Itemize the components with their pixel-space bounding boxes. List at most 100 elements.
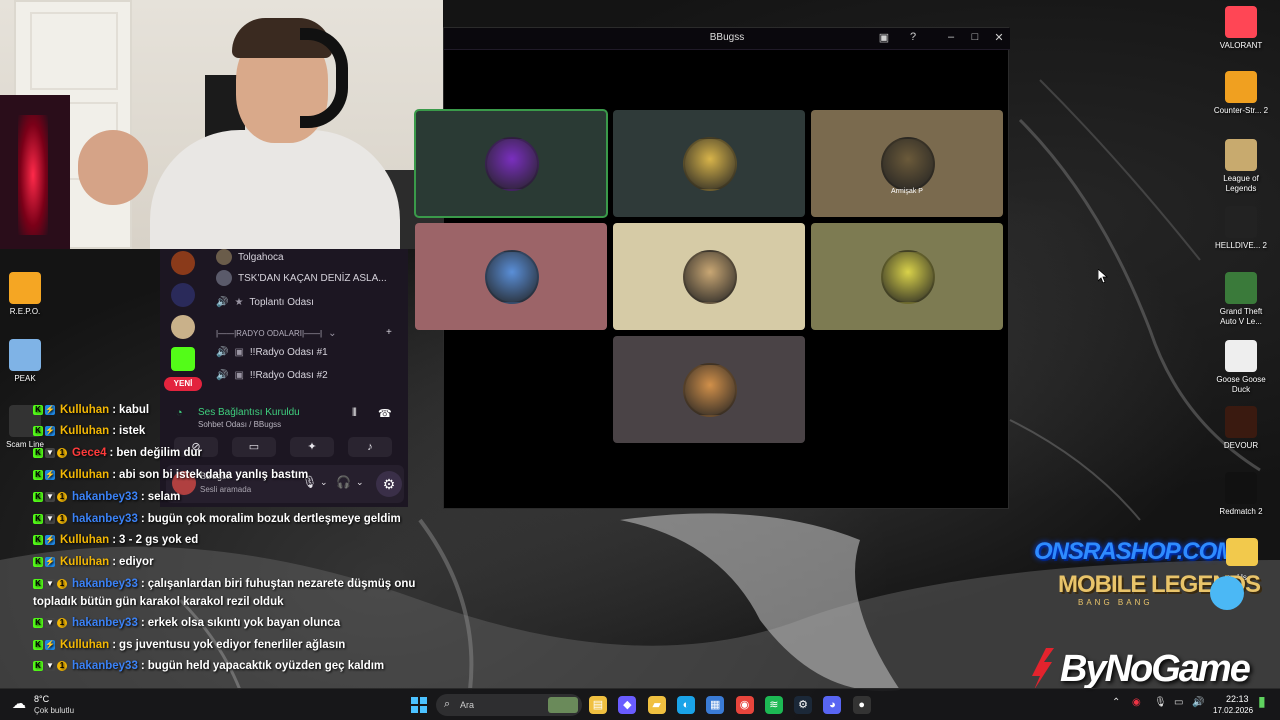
tray-app-icon[interactable]: ◉ <box>1132 697 1141 708</box>
chat-username[interactable]: Kulluhan <box>60 534 109 546</box>
desktop-icon[interactable]: DEVOUR <box>1211 406 1271 451</box>
weather-temperature[interactable]: 8°C <box>34 694 49 704</box>
participant-tile[interactable] <box>414 109 608 218</box>
chat-username[interactable]: Kulluhan <box>60 556 109 568</box>
chat-message: K ⚡ Kulluhan: abi son bi istek daha yanlış … <box>33 469 308 481</box>
chat-username[interactable]: Kulluhan <box>60 639 109 651</box>
activities-button[interactable]: ✦ <box>290 437 334 457</box>
redmatch-icon <box>1225 472 1257 504</box>
help-icon[interactable]: ? <box>905 31 921 43</box>
chat-text: gs juventusu yok ediyor fenerliler ağlas… <box>119 639 346 651</box>
settings-gear-icon[interactable]: ⚙ <box>376 471 402 497</box>
kick-guild-icon[interactable] <box>171 347 195 371</box>
screen-share-button[interactable]: ▭ <box>232 437 276 457</box>
chat-username[interactable]: Kulluhan <box>60 404 109 416</box>
noise-suppression-icon[interactable]: ⦀ <box>352 407 357 420</box>
steam-icon[interactable]: ⚙ <box>794 696 813 714</box>
guild-icon[interactable] <box>171 283 195 307</box>
maximize-button[interactable]: □ <box>967 31 983 43</box>
window-titlebar[interactable]: BBugss ▣ ? – □ ✕ <box>444 28 1010 50</box>
valorant-icon <box>1225 6 1257 38</box>
chat-separator: : <box>112 639 117 651</box>
folder-icon[interactable]: ▰ <box>647 696 666 714</box>
kick-badge-icon: K <box>33 492 43 502</box>
desktop-icon[interactable]: Counter-Str... 2 <box>1211 71 1271 116</box>
chevron-down-icon[interactable]: ⌄ <box>356 477 364 488</box>
participant-tile[interactable]: Armişak P <box>811 110 1003 217</box>
windows-start-button[interactable] <box>411 697 427 713</box>
copilot-icon[interactable]: ◆ <box>618 696 637 714</box>
spotify-icon[interactable]: ≋ <box>764 696 783 714</box>
taskbar-search[interactable]: ⌕ Ara <box>436 694 582 716</box>
weather-cloud-icon[interactable]: ☁ <box>12 695 26 712</box>
notification-icon[interactable]: ▮ <box>1258 693 1266 710</box>
repo-icon <box>9 272 41 304</box>
file-explorer-icon[interactable]: ▤ <box>589 696 607 714</box>
participant-tile[interactable] <box>613 223 805 330</box>
clock-time[interactable]: 22:13 <box>1226 694 1249 704</box>
store-icon[interactable]: ▦ <box>706 696 725 714</box>
participant-tile[interactable] <box>811 223 1003 330</box>
kick-badge-icon: K <box>33 557 43 567</box>
desktop-icon-label: VALORANT <box>1219 41 1263 50</box>
avatar <box>216 249 232 265</box>
mic-icon[interactable]: 🎙 <box>1154 697 1167 708</box>
participant-tile[interactable] <box>613 110 805 217</box>
guild-icon[interactable] <box>171 315 195 339</box>
gifter-badge-icon: 1 <box>57 514 67 524</box>
desktop-icon[interactable]: League of Legends <box>1211 139 1271 194</box>
chat-username[interactable]: hakanbey33 <box>72 578 138 590</box>
inbox-icon[interactable]: ▣ <box>876 31 892 44</box>
desktop-icon[interactable]: HELLDIVE... 2 <box>1211 206 1271 251</box>
chevron-down-icon[interactable]: ⌄ <box>320 477 328 488</box>
guild-icon[interactable] <box>171 251 195 275</box>
chat-separator: : <box>140 491 145 503</box>
desktop-icon-label: Counter-Str... 2 <box>1213 106 1269 115</box>
desktop-icon[interactable]: Grand Theft Auto V Le... <box>1211 272 1271 327</box>
disconnect-icon[interactable]: ☎ <box>378 407 392 420</box>
among-us-icon[interactable] <box>1226 538 1258 566</box>
chat-username[interactable]: Kulluhan <box>60 469 109 481</box>
voice-channel-radyo1[interactable]: 🔊 ▣ !!Radyo Odası #1 <box>216 347 328 358</box>
kick-badge-icon: K <box>33 405 43 415</box>
chevron-up-icon[interactable]: ⌃ <box>1112 697 1120 708</box>
chat-username[interactable]: hakanbey33 <box>72 617 138 629</box>
headphones-icon[interactable]: 🎧 <box>336 475 351 489</box>
desktop-icon[interactable]: Goose Goose Duck <box>1211 340 1271 395</box>
chat-username[interactable]: hakanbey33 <box>72 491 138 503</box>
chat-text: topladık bütün gün karakol karakol rezil… <box>33 596 284 608</box>
chat-text: kabul <box>119 404 150 416</box>
desktop-icon[interactable]: PEAK <box>0 339 55 384</box>
network-icon[interactable]: ▭ <box>1174 697 1183 708</box>
voice-channel-toplanti[interactable]: 🔊 ★ Toplantı Odası <box>216 297 314 308</box>
obs-icon[interactable]: ● <box>852 696 871 714</box>
gifter-badge-icon: 1 <box>57 448 67 458</box>
desktop-icon[interactable]: VALORANT <box>1211 6 1271 51</box>
desktop-icon[interactable]: Redmatch 2 <box>1211 472 1271 517</box>
voice-channel-path: Sohbet Odası / BBugss <box>198 420 282 429</box>
participant-tile[interactable] <box>415 223 607 330</box>
add-channel-icon[interactable]: + <box>386 327 392 338</box>
category-radyo[interactable]: |——|RADYO ODALARI|——| ⌄ <box>216 328 337 339</box>
chat-text: çalışanlardan biri fuhuştan nezarete düş… <box>147 578 416 590</box>
soundboard-button[interactable]: ♪ <box>348 437 392 457</box>
edge-icon[interactable]: ◐ <box>676 696 695 714</box>
chrome-icon[interactable]: ◉ <box>735 696 754 714</box>
channel-member[interactable]: Tolgahoca <box>216 249 284 265</box>
close-button[interactable]: ✕ <box>991 31 1007 44</box>
clock-date[interactable]: 17.02.2026 <box>1213 706 1253 715</box>
chat-username[interactable]: hakanbey33 <box>72 660 138 672</box>
channel-member[interactable]: TSK'DAN KAÇAN DENİZ ASLA... <box>216 270 387 286</box>
discord-icon[interactable]: ◕ <box>823 696 842 714</box>
chat-username[interactable]: Gece4 <box>72 447 107 459</box>
volume-icon[interactable]: 🔊 <box>1192 697 1204 708</box>
chat-username[interactable]: hakanbey33 <box>72 513 138 525</box>
speaker-icon: 🔊 <box>216 347 229 358</box>
minimize-button[interactable]: – <box>943 31 959 43</box>
participant-tile[interactable] <box>613 336 805 443</box>
weather-description[interactable]: Çok bulutlu <box>34 706 74 715</box>
avatar <box>485 137 539 191</box>
desktop-icon[interactable]: R.E.P.O. <box>0 272 55 317</box>
voice-channel-radyo2[interactable]: 🔊 ▣ !!Radyo Odası #2 <box>216 370 328 381</box>
chat-username[interactable]: Kulluhan <box>60 425 109 437</box>
